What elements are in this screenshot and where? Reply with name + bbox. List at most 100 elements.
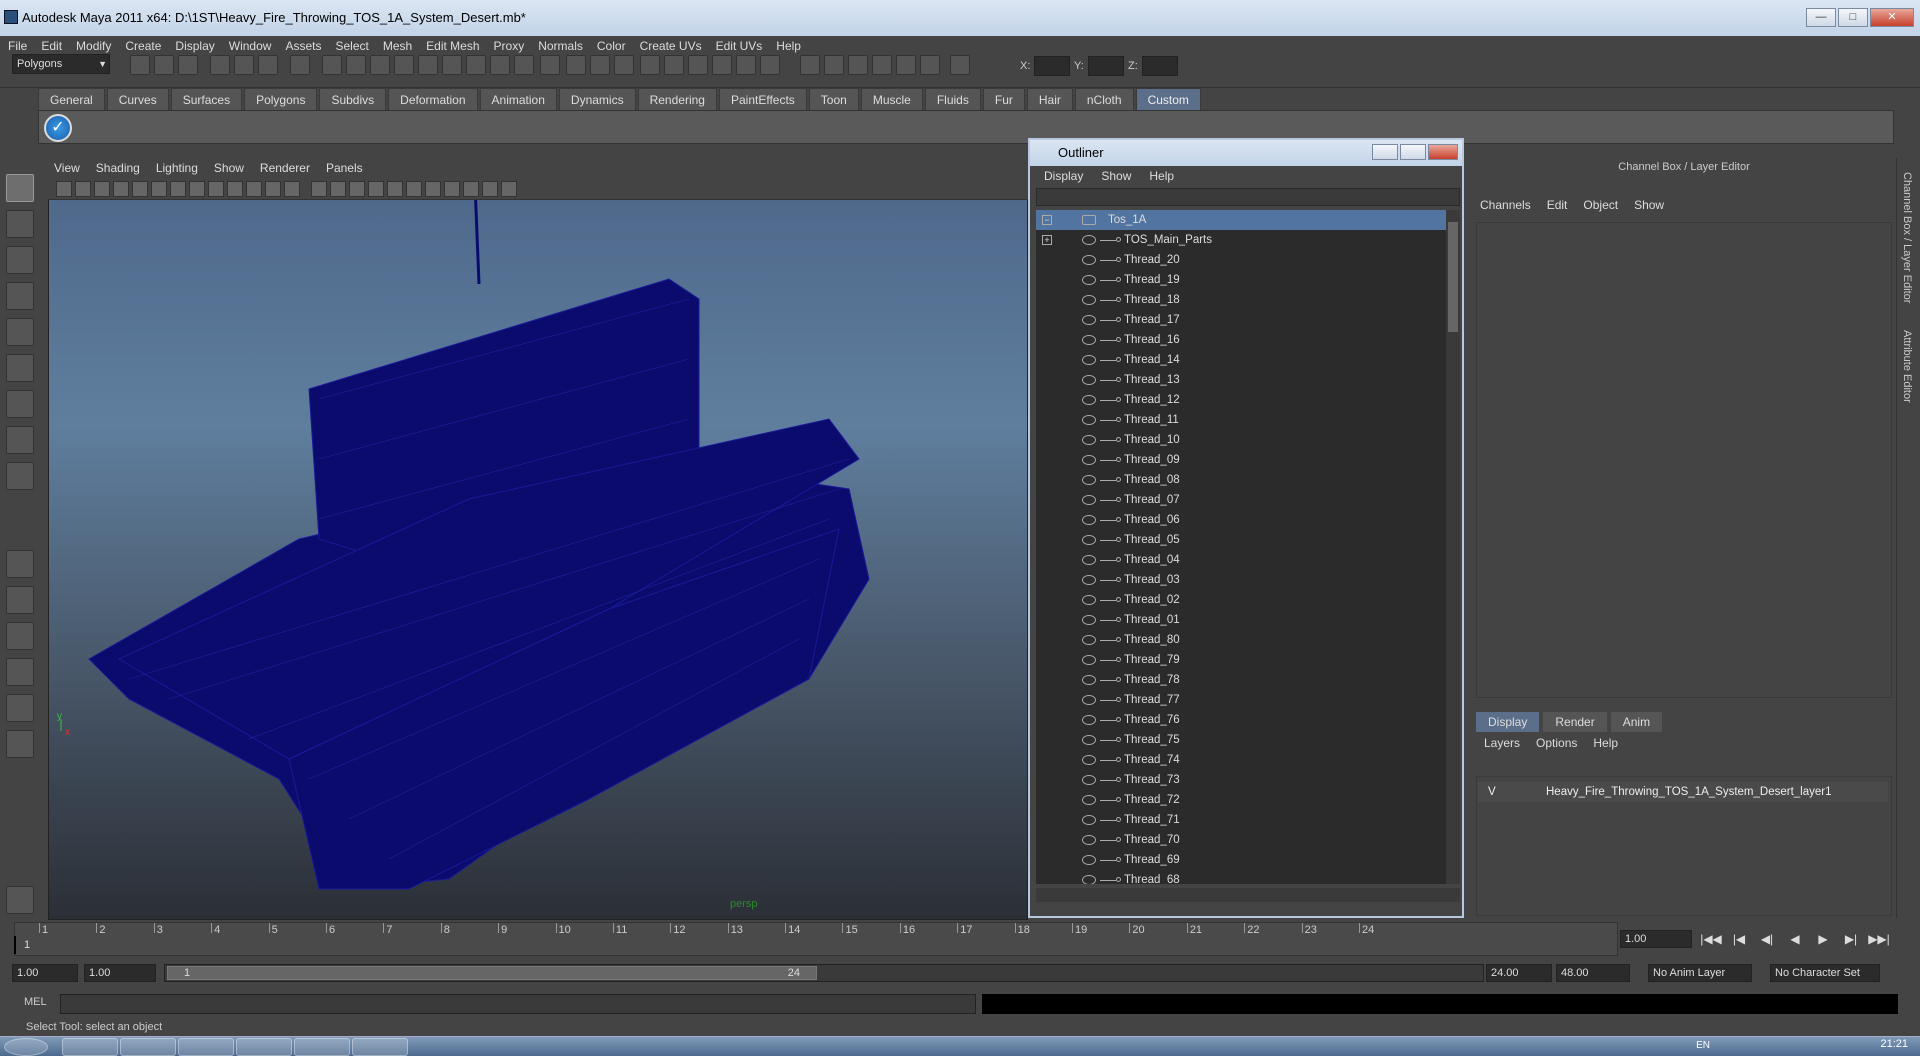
shelf-tab-custom[interactable]: Custom [1135, 88, 1201, 110]
playback-end-field[interactable]: 24.00 [1486, 964, 1552, 982]
lasso-tool-icon[interactable] [6, 210, 34, 238]
checkmark-icon[interactable]: ✓ [44, 114, 72, 142]
status-tool-icon[interactable] [848, 55, 868, 75]
expand-icon[interactable]: + [1042, 235, 1052, 245]
status-tool-icon[interactable] [290, 55, 310, 75]
outliner-item[interactable]: Thread_78 [1036, 670, 1446, 690]
outliner-item[interactable]: Thread_12 [1036, 390, 1446, 410]
playback-button[interactable]: ▶ [1812, 930, 1834, 948]
rotate-tool-icon[interactable] [6, 318, 34, 346]
viewport-menu-lighting[interactable]: Lighting [156, 161, 198, 175]
maximize-button[interactable]: □ [1838, 8, 1868, 27]
manipulator-tool-icon[interactable] [6, 390, 34, 418]
menu-file[interactable]: File [8, 39, 27, 53]
status-tool-icon[interactable] [258, 55, 278, 75]
shelf-tab-animation[interactable]: Animation [479, 88, 557, 110]
menu-mesh[interactable]: Mesh [383, 39, 412, 53]
outliner-item[interactable]: Thread_74 [1036, 750, 1446, 770]
status-tool-icon[interactable] [394, 55, 414, 75]
status-tool-icon[interactable] [664, 55, 684, 75]
layer-tab-display[interactable]: Display [1476, 712, 1540, 732]
viewport-tool-icon[interactable] [151, 181, 167, 197]
status-tool-icon[interactable] [130, 55, 150, 75]
outliner-close-button[interactable] [1428, 144, 1458, 160]
viewport-tool-icon[interactable] [246, 181, 262, 197]
select-tool-icon[interactable] [6, 174, 34, 202]
menu-display[interactable]: Display [175, 39, 214, 53]
outliner-minimize-button[interactable] [1372, 144, 1398, 160]
viewport-tool-icon[interactable] [284, 181, 300, 197]
menu-edit-uvs[interactable]: Edit UVs [716, 39, 763, 53]
shelf-tab-curves[interactable]: Curves [106, 88, 169, 110]
status-tool-icon[interactable] [418, 55, 438, 75]
outliner-item[interactable]: Thread_72 [1036, 790, 1446, 810]
viewport-tool-icon[interactable] [368, 181, 384, 197]
perspective-viewport[interactable]: y x [48, 158, 1028, 920]
language-indicator[interactable]: EN [1696, 1040, 1710, 1051]
scale-tool-icon[interactable] [6, 354, 34, 382]
menu-edit[interactable]: Edit [41, 39, 62, 53]
menu-modify[interactable]: Modify [76, 39, 111, 53]
outliner-menu-display[interactable]: Display [1044, 169, 1083, 183]
shelf-tab-painteffects[interactable]: PaintEffects [718, 88, 807, 110]
status-tool-icon[interactable] [950, 55, 970, 75]
hypershade-layout-icon[interactable] [6, 730, 34, 758]
viewport-tool-icon[interactable] [227, 181, 243, 197]
outliner-item[interactable]: Thread_04 [1036, 550, 1446, 570]
outliner-item[interactable]: Thread_18 [1036, 290, 1446, 310]
layer-tab-render[interactable]: Render [1543, 712, 1607, 732]
status-tool-icon[interactable] [614, 55, 634, 75]
persp-outliner-layout-icon[interactable] [6, 694, 34, 722]
menu-create[interactable]: Create [125, 39, 161, 53]
viewport-tool-icon[interactable] [94, 181, 110, 197]
animation-end-field[interactable]: 48.00 [1556, 964, 1630, 982]
menu-edit-mesh[interactable]: Edit Mesh [426, 39, 479, 53]
outliner-layout-icon[interactable] [6, 622, 34, 650]
outliner-menu-show[interactable]: Show [1101, 169, 1131, 183]
viewport-menu-view[interactable]: View [54, 161, 80, 175]
anim-layer-dropdown[interactable]: No Anim Layer [1648, 964, 1752, 982]
outliner-item[interactable]: Thread_75 [1036, 730, 1446, 750]
shelf-tab-surfaces[interactable]: Surfaces [170, 88, 243, 110]
menu-help[interactable]: Help [776, 39, 801, 53]
viewport-tool-icon[interactable] [482, 181, 498, 197]
shelf-tab-ncloth[interactable]: nCloth [1074, 88, 1134, 110]
viewport-tool-icon[interactable] [56, 181, 72, 197]
menu-assets[interactable]: Assets [285, 39, 321, 53]
shelf-tab-general[interactable]: General [38, 88, 105, 110]
taskbar-app-icon[interactable] [120, 1038, 176, 1056]
minimize-button[interactable]: — [1806, 8, 1836, 27]
shelf-tab-hair[interactable]: Hair [1026, 88, 1073, 110]
outliner-item[interactable]: Thread_07 [1036, 490, 1446, 510]
outliner-item[interactable]: Thread_80 [1036, 630, 1446, 650]
viewport-tool-icon[interactable] [113, 181, 129, 197]
viewport-menu-show[interactable]: Show [214, 161, 244, 175]
outliner-item[interactable]: Thread_17 [1036, 310, 1446, 330]
single-pane-layout-icon[interactable] [6, 550, 34, 578]
time-slider[interactable]: 1 2 3 4 5 6 7 8 9 10 11 12 13 14 15 16 17 18 19 20 21 22 23 24 [14, 922, 1618, 956]
viewport-tool-icon[interactable] [501, 181, 517, 197]
viewport-tool-icon[interactable] [170, 181, 186, 197]
start-button-icon[interactable] [4, 1038, 48, 1056]
outliner-item[interactable]: Thread_73 [1036, 770, 1446, 790]
current-time-field[interactable]: 1.00 [1620, 930, 1692, 948]
layer-menu-help[interactable]: Help [1593, 736, 1618, 750]
side-tab-channel-box[interactable]: Channel Box / Layer Editor [1901, 172, 1913, 303]
x-field[interactable] [1034, 56, 1070, 76]
outliner-item[interactable]: Thread_69 [1036, 850, 1446, 870]
move-tool-icon[interactable] [6, 282, 34, 310]
viewport-tool-icon[interactable] [132, 181, 148, 197]
viewport-tool-icon[interactable] [265, 181, 281, 197]
channel-menu-show[interactable]: Show [1634, 198, 1664, 212]
shelf-tab-fur[interactable]: Fur [982, 88, 1025, 110]
status-tool-icon[interactable] [566, 55, 586, 75]
viewport-menu-renderer[interactable]: Renderer [260, 161, 310, 175]
layer-row[interactable]: V Heavy_Fire_Throwing_TOS_1A_System_Dese… [1478, 782, 1888, 802]
status-tool-icon[interactable] [346, 55, 366, 75]
viewport-tool-icon[interactable] [189, 181, 205, 197]
status-tool-icon[interactable] [322, 55, 342, 75]
status-tool-icon[interactable] [760, 55, 780, 75]
menu-color[interactable]: Color [597, 39, 626, 53]
outliner-menu-help[interactable]: Help [1149, 169, 1174, 183]
status-tool-icon[interactable] [712, 55, 732, 75]
